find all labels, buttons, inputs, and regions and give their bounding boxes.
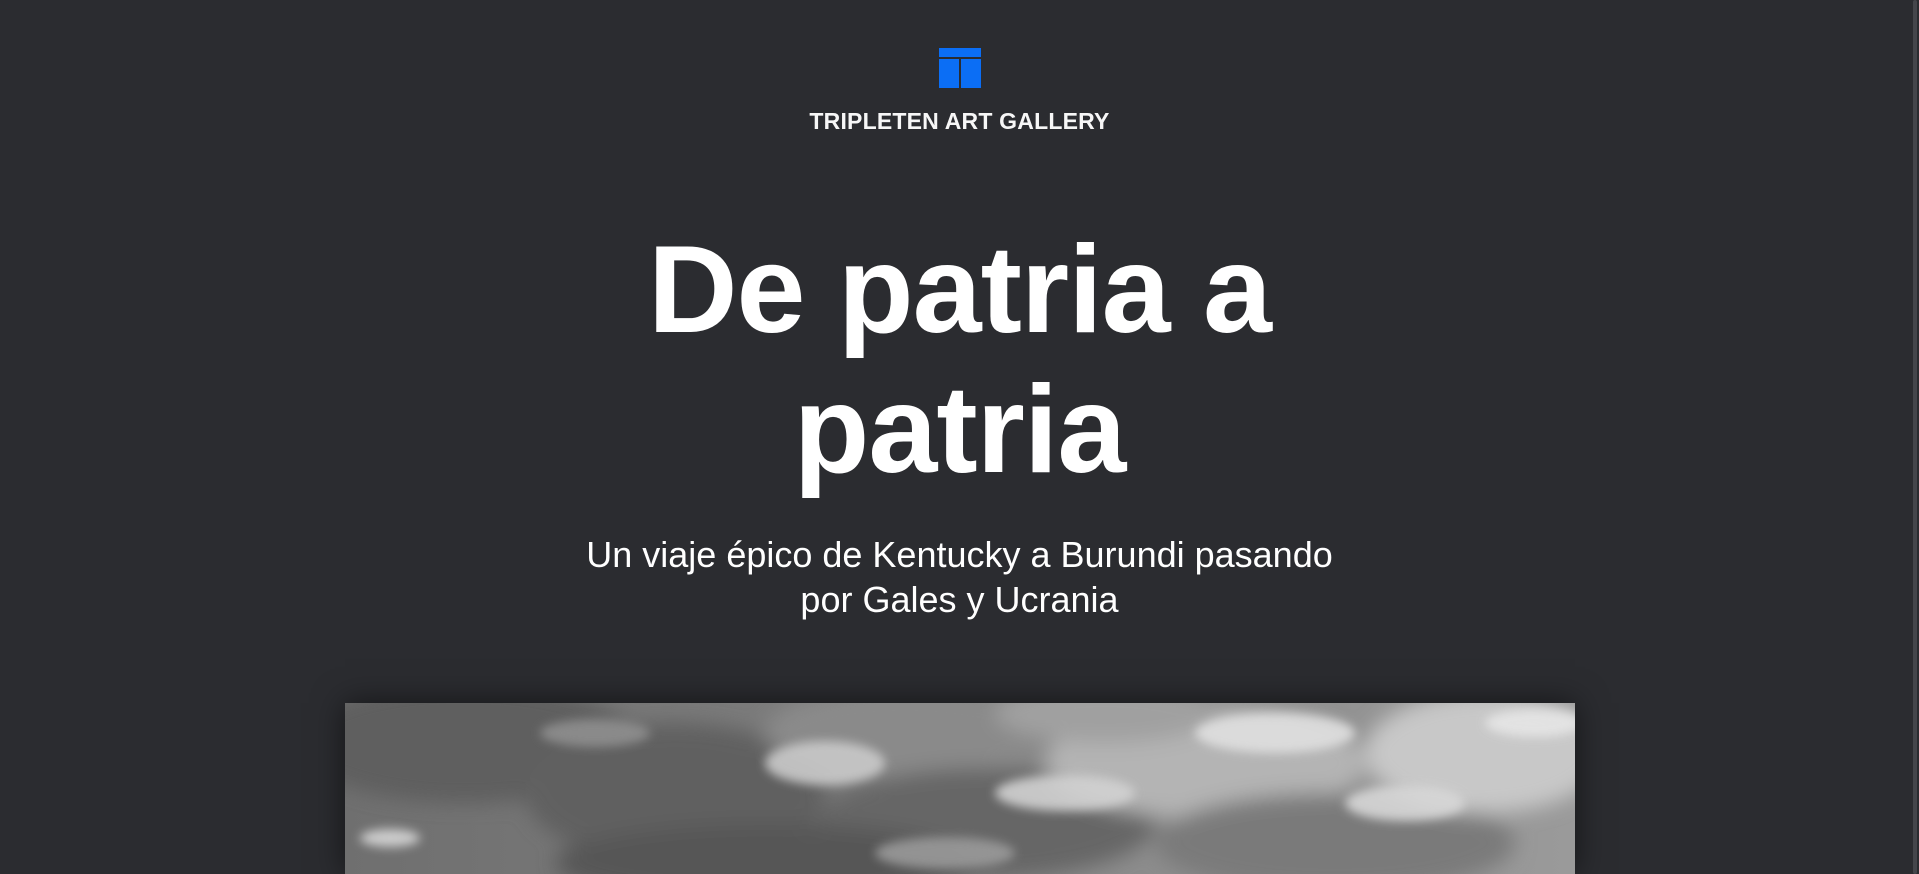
page-scrollbar[interactable] [1909,0,1919,874]
hero-subtitle: Un viaje épico de Kentucky a Burundi pas… [0,532,1919,622]
cloudy-sky-photo [345,703,1575,874]
scrollbar-thumb[interactable] [1913,0,1917,874]
hero-image [345,703,1575,874]
hero-title-line-1: De patria a [647,221,1272,359]
hero-title-line-2: patria [793,361,1127,499]
brand-name[interactable]: TRIPLETEN ART GALLERY [0,108,1919,135]
hero-subtitle-line-2: por Gales y Ucrania [800,579,1119,620]
hero-subtitle-line-1: Un viaje épico de Kentucky a Burundi pas… [586,534,1333,575]
page: TRIPLETEN ART GALLERY De patria a patria… [0,0,1919,874]
hero-title: De patria a patria [0,220,1919,500]
gallery-logo-icon[interactable] [939,48,981,88]
